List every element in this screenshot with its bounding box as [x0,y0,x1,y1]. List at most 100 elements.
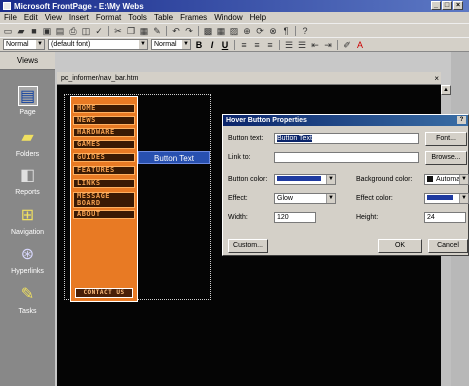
hover-button-selected[interactable]: Button Text [138,151,210,164]
browse-button[interactable]: Browse... [425,151,467,165]
undo-icon[interactable]: ↶ [171,26,181,36]
chevron-down-icon: ▼ [326,194,335,203]
ok-button[interactable]: OK [378,239,422,253]
decrease-indent-icon[interactable]: ⇤ [310,40,320,50]
background-color-select[interactable]: Automa ▼ [424,174,469,185]
align-right-icon[interactable]: ≡ [265,40,275,50]
effect-color-select[interactable]: ▼ [424,193,469,204]
custom-button[interactable]: Custom... [228,239,268,253]
help-icon[interactable]: ? [300,26,310,36]
folder-list-icon[interactable]: ▤ [55,26,65,36]
tasks-icon: ✎ [20,286,35,303]
menu-frames[interactable]: Frames [180,13,207,22]
new-page-icon[interactable]: ▭ [3,26,13,36]
nav-button-features[interactable]: FEATURES [73,166,135,175]
bold-icon[interactable]: B [194,40,204,50]
preview-icon[interactable]: ◫ [81,26,91,36]
highlight-icon[interactable]: ✐ [342,40,352,50]
width-label: Width: [228,214,248,221]
close-icon[interactable]: × [434,72,439,85]
chevron-down-icon: ▼ [459,175,468,184]
scroll-up-icon[interactable]: ▲ [441,85,451,95]
save-icon[interactable]: ■ [29,26,39,36]
chevron-down-icon: ▼ [36,40,44,49]
nav-button-hardware[interactable]: HARDWARE [73,128,135,137]
width-field[interactable]: 120 [274,212,316,223]
bullets-icon[interactable]: ☰ [297,40,307,50]
hover-button-properties-dialog: Hover Button Properties ? Button text: B… [222,114,469,256]
document-tab[interactable]: pc_informer/nav_bar.htm × [57,72,441,85]
underline-icon[interactable]: U [220,40,230,50]
font-value: (default font) [51,41,91,48]
maximize-button[interactable]: □ [442,1,452,10]
publish-icon[interactable]: ▣ [42,26,52,36]
menu-view[interactable]: View [45,13,62,22]
effect-color-label: Effect color: [356,195,393,202]
effect-select[interactable]: Glow ▼ [274,193,336,204]
font-select[interactable]: (default font) ▼ [48,39,148,50]
background-color-label: Background color: [356,176,413,183]
nav-button-home[interactable]: HOME [73,104,135,113]
align-left-icon[interactable]: ≡ [239,40,249,50]
insert-table-icon[interactable]: ▦ [216,26,226,36]
button-color-select[interactable]: ▼ [274,174,336,185]
minimize-button[interactable]: _ [431,1,441,10]
nav-button-message-board[interactable]: MESSAGE BOARD [73,192,135,208]
spelling-icon[interactable]: ✓ [94,26,104,36]
refresh-icon[interactable]: ⟳ [255,26,265,36]
paste-icon[interactable]: ▦ [139,26,149,36]
link-to-field[interactable] [274,152,419,163]
redo-icon[interactable]: ↷ [184,26,194,36]
menu-help[interactable]: Help [250,13,266,22]
button-color-label: Button color: [228,176,268,183]
menu-file[interactable]: File [4,13,17,22]
nav-button-guides[interactable]: GUIDES [73,153,135,162]
effect-label: Effect: [228,195,248,202]
close-button[interactable]: × [453,1,463,10]
menu-tools[interactable]: Tools [128,13,147,22]
insert-component-icon[interactable]: ▩ [203,26,213,36]
style-select[interactable]: Normal ▼ [3,39,45,50]
nav-button-links[interactable]: LINKS [73,179,135,188]
nav-button-games[interactable]: GAMES [73,140,135,149]
font-color-icon[interactable]: A [355,40,365,50]
nav-button-news[interactable]: NEWS [73,116,135,125]
nav-button-contact[interactable]: CONTACT US [75,288,133,298]
cut-icon[interactable]: ✂ [113,26,123,36]
italic-icon[interactable]: I [207,40,217,50]
button-text-field[interactable]: Button Text [274,133,419,144]
increase-indent-icon[interactable]: ⇥ [323,40,333,50]
view-navigation[interactable]: ⊞ Navigation [0,206,55,236]
nav-button-about[interactable]: ABOUT [73,210,135,219]
copy-icon[interactable]: ❐ [126,26,136,36]
view-tasks[interactable]: ✎ Tasks [0,285,55,315]
views-bar: Views ▤ Page ▰ Folders ◧ Reports ⊞ Navig… [0,52,55,386]
cancel-button[interactable]: Cancel [428,239,468,253]
print-icon[interactable]: ⎙ [68,26,78,36]
numbering-icon[interactable]: ☰ [284,40,294,50]
stop-icon[interactable]: ⊗ [268,26,278,36]
view-page[interactable]: ▤ Page [0,86,55,116]
chevron-down-icon: ▼ [459,194,468,203]
view-hyperlinks-label: Hyperlinks [11,268,44,275]
view-reports[interactable]: ◧ Reports [0,166,55,196]
view-reports-label: Reports [15,189,40,196]
align-center-icon[interactable]: ≡ [252,40,262,50]
view-page-label: Page [19,109,36,116]
menu-format[interactable]: Format [96,13,121,22]
hyperlink-icon[interactable]: ⊕ [242,26,252,36]
view-folders[interactable]: ▰ Folders [0,128,55,158]
menu-edit[interactable]: Edit [24,13,38,22]
font-button[interactable]: Font... [425,132,467,146]
font-size-select[interactable]: Normal ▼ [151,39,191,50]
insert-picture-icon[interactable]: ▨ [229,26,239,36]
view-hyperlinks[interactable]: ⊛ Hyperlinks [0,245,55,275]
format-painter-icon[interactable]: ✎ [152,26,162,36]
open-icon[interactable]: ▰ [16,26,26,36]
menu-window[interactable]: Window [214,13,242,22]
height-field[interactable]: 24 [424,212,466,223]
show-all-icon[interactable]: ¶ [281,26,291,36]
menu-insert[interactable]: Insert [69,13,89,22]
menu-table[interactable]: Table [154,13,173,22]
help-button[interactable]: ? [457,116,466,124]
